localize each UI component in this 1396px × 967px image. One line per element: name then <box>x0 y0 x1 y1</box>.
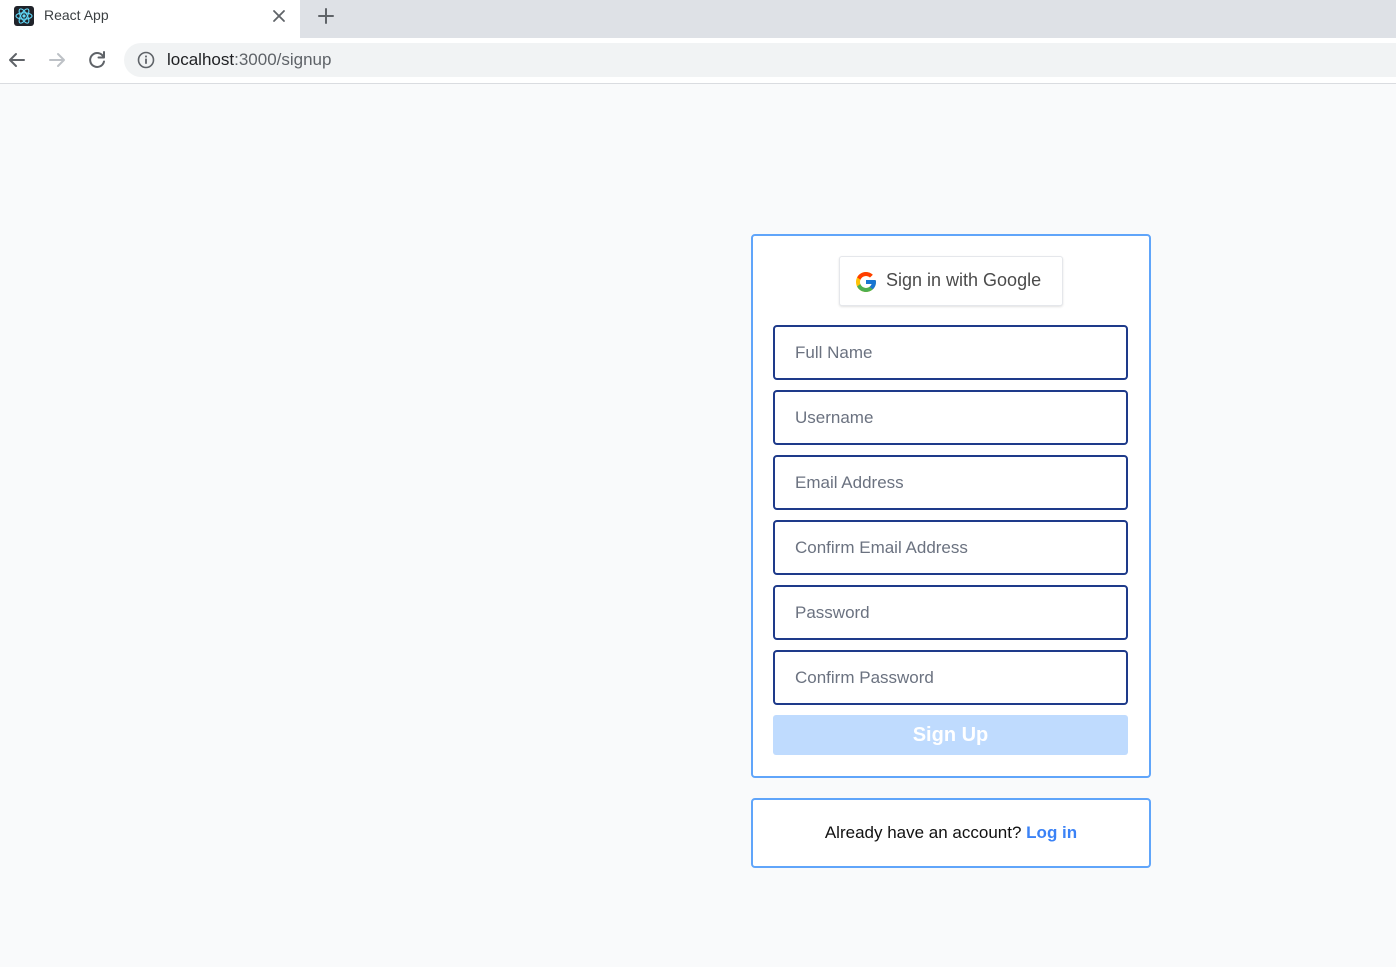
signup-card: Sign in with Google Sign Up <box>751 234 1151 778</box>
google-button-label: Sign in with Google <box>886 270 1042 290</box>
sign-up-button[interactable]: Sign Up <box>773 715 1128 755</box>
info-icon[interactable] <box>137 51 155 69</box>
login-prompt-row: Already have an account? Log in <box>753 823 1149 843</box>
url-text: localhost:3000/signup <box>167 50 331 70</box>
arrow-left-icon[interactable] <box>5 48 29 72</box>
email-input[interactable] <box>773 455 1128 510</box>
plus-icon[interactable] <box>314 4 338 28</box>
confirm-password-input[interactable] <box>773 650 1128 705</box>
react-logo-icon <box>14 6 34 26</box>
password-input[interactable] <box>773 585 1128 640</box>
google-logo-icon <box>854 270 878 294</box>
login-card: Already have an account? Log in <box>751 798 1151 868</box>
confirm-email-input[interactable] <box>773 520 1128 575</box>
close-icon[interactable] <box>269 6 289 26</box>
tab-strip: React App <box>0 0 1396 38</box>
browser-tab[interactable]: React App <box>0 0 300 38</box>
username-input[interactable] <box>773 390 1128 445</box>
browser-toolbar: localhost:3000/signup <box>0 38 1396 84</box>
tab-title: React App <box>44 7 109 23</box>
login-link[interactable]: Log in <box>1026 823 1077 842</box>
address-bar[interactable]: localhost:3000/signup <box>124 43 1396 77</box>
url-host: localhost <box>167 50 235 69</box>
login-prompt-text: Already have an account? <box>824 823 1022 842</box>
google-signin-button[interactable]: Sign in with Google <box>839 256 1063 306</box>
arrow-right-icon[interactable] <box>45 48 69 72</box>
reload-icon[interactable] <box>85 48 109 72</box>
url-path: :3000/signup <box>234 50 332 69</box>
full-name-input[interactable] <box>773 325 1128 380</box>
